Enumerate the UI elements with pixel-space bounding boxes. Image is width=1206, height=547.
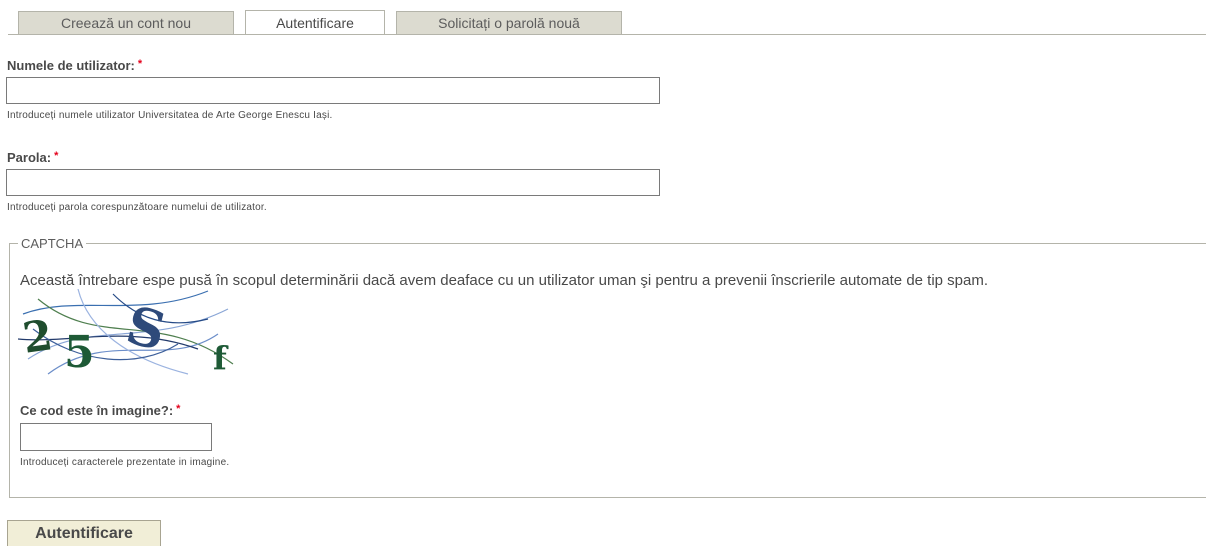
captcha-input[interactable] [20,423,212,451]
password-input[interactable] [6,169,660,196]
svg-text:f: f [213,339,229,377]
captcha-code-label-text: Ce cod este în imagine?: [20,403,174,418]
captcha-code-label: Ce cod este în imagine?: * [20,403,180,418]
tab-bar-divider [8,34,1206,35]
required-marker: * [137,58,143,70]
tab-bar: Creează un cont nou Autentificare Solici… [0,0,1206,35]
password-label: Parola: * [7,150,58,165]
login-button[interactable]: Autentificare [7,520,161,546]
captcha-legend: CAPTCHA [18,236,87,251]
username-label-text: Numele de utilizator: [7,58,135,73]
username-label: Numele de utilizator: * [7,58,142,73]
required-marker: * [176,403,181,415]
tab-create-account[interactable]: Creează un cont nou [18,11,234,34]
username-description: Introduceți numele utilizator Universita… [7,110,333,121]
captcha-description: Introduceți caracterele prezentate in im… [20,457,230,468]
svg-text:2: 2 [20,310,56,363]
password-description: Introduceți parola corespunzătoare numel… [7,202,267,213]
captcha-image: 2 5 S f [18,289,234,377]
svg-text:5: 5 [64,327,95,377]
tab-request-password[interactable]: Solicitați o parolă nouă [396,11,622,34]
tab-login[interactable]: Autentificare [245,10,385,34]
required-marker: * [54,150,59,162]
username-input[interactable] [6,77,660,104]
password-label-text: Parola: [7,150,52,165]
captcha-explanation: Această întrebare espe pusă în scopul de… [20,272,989,289]
